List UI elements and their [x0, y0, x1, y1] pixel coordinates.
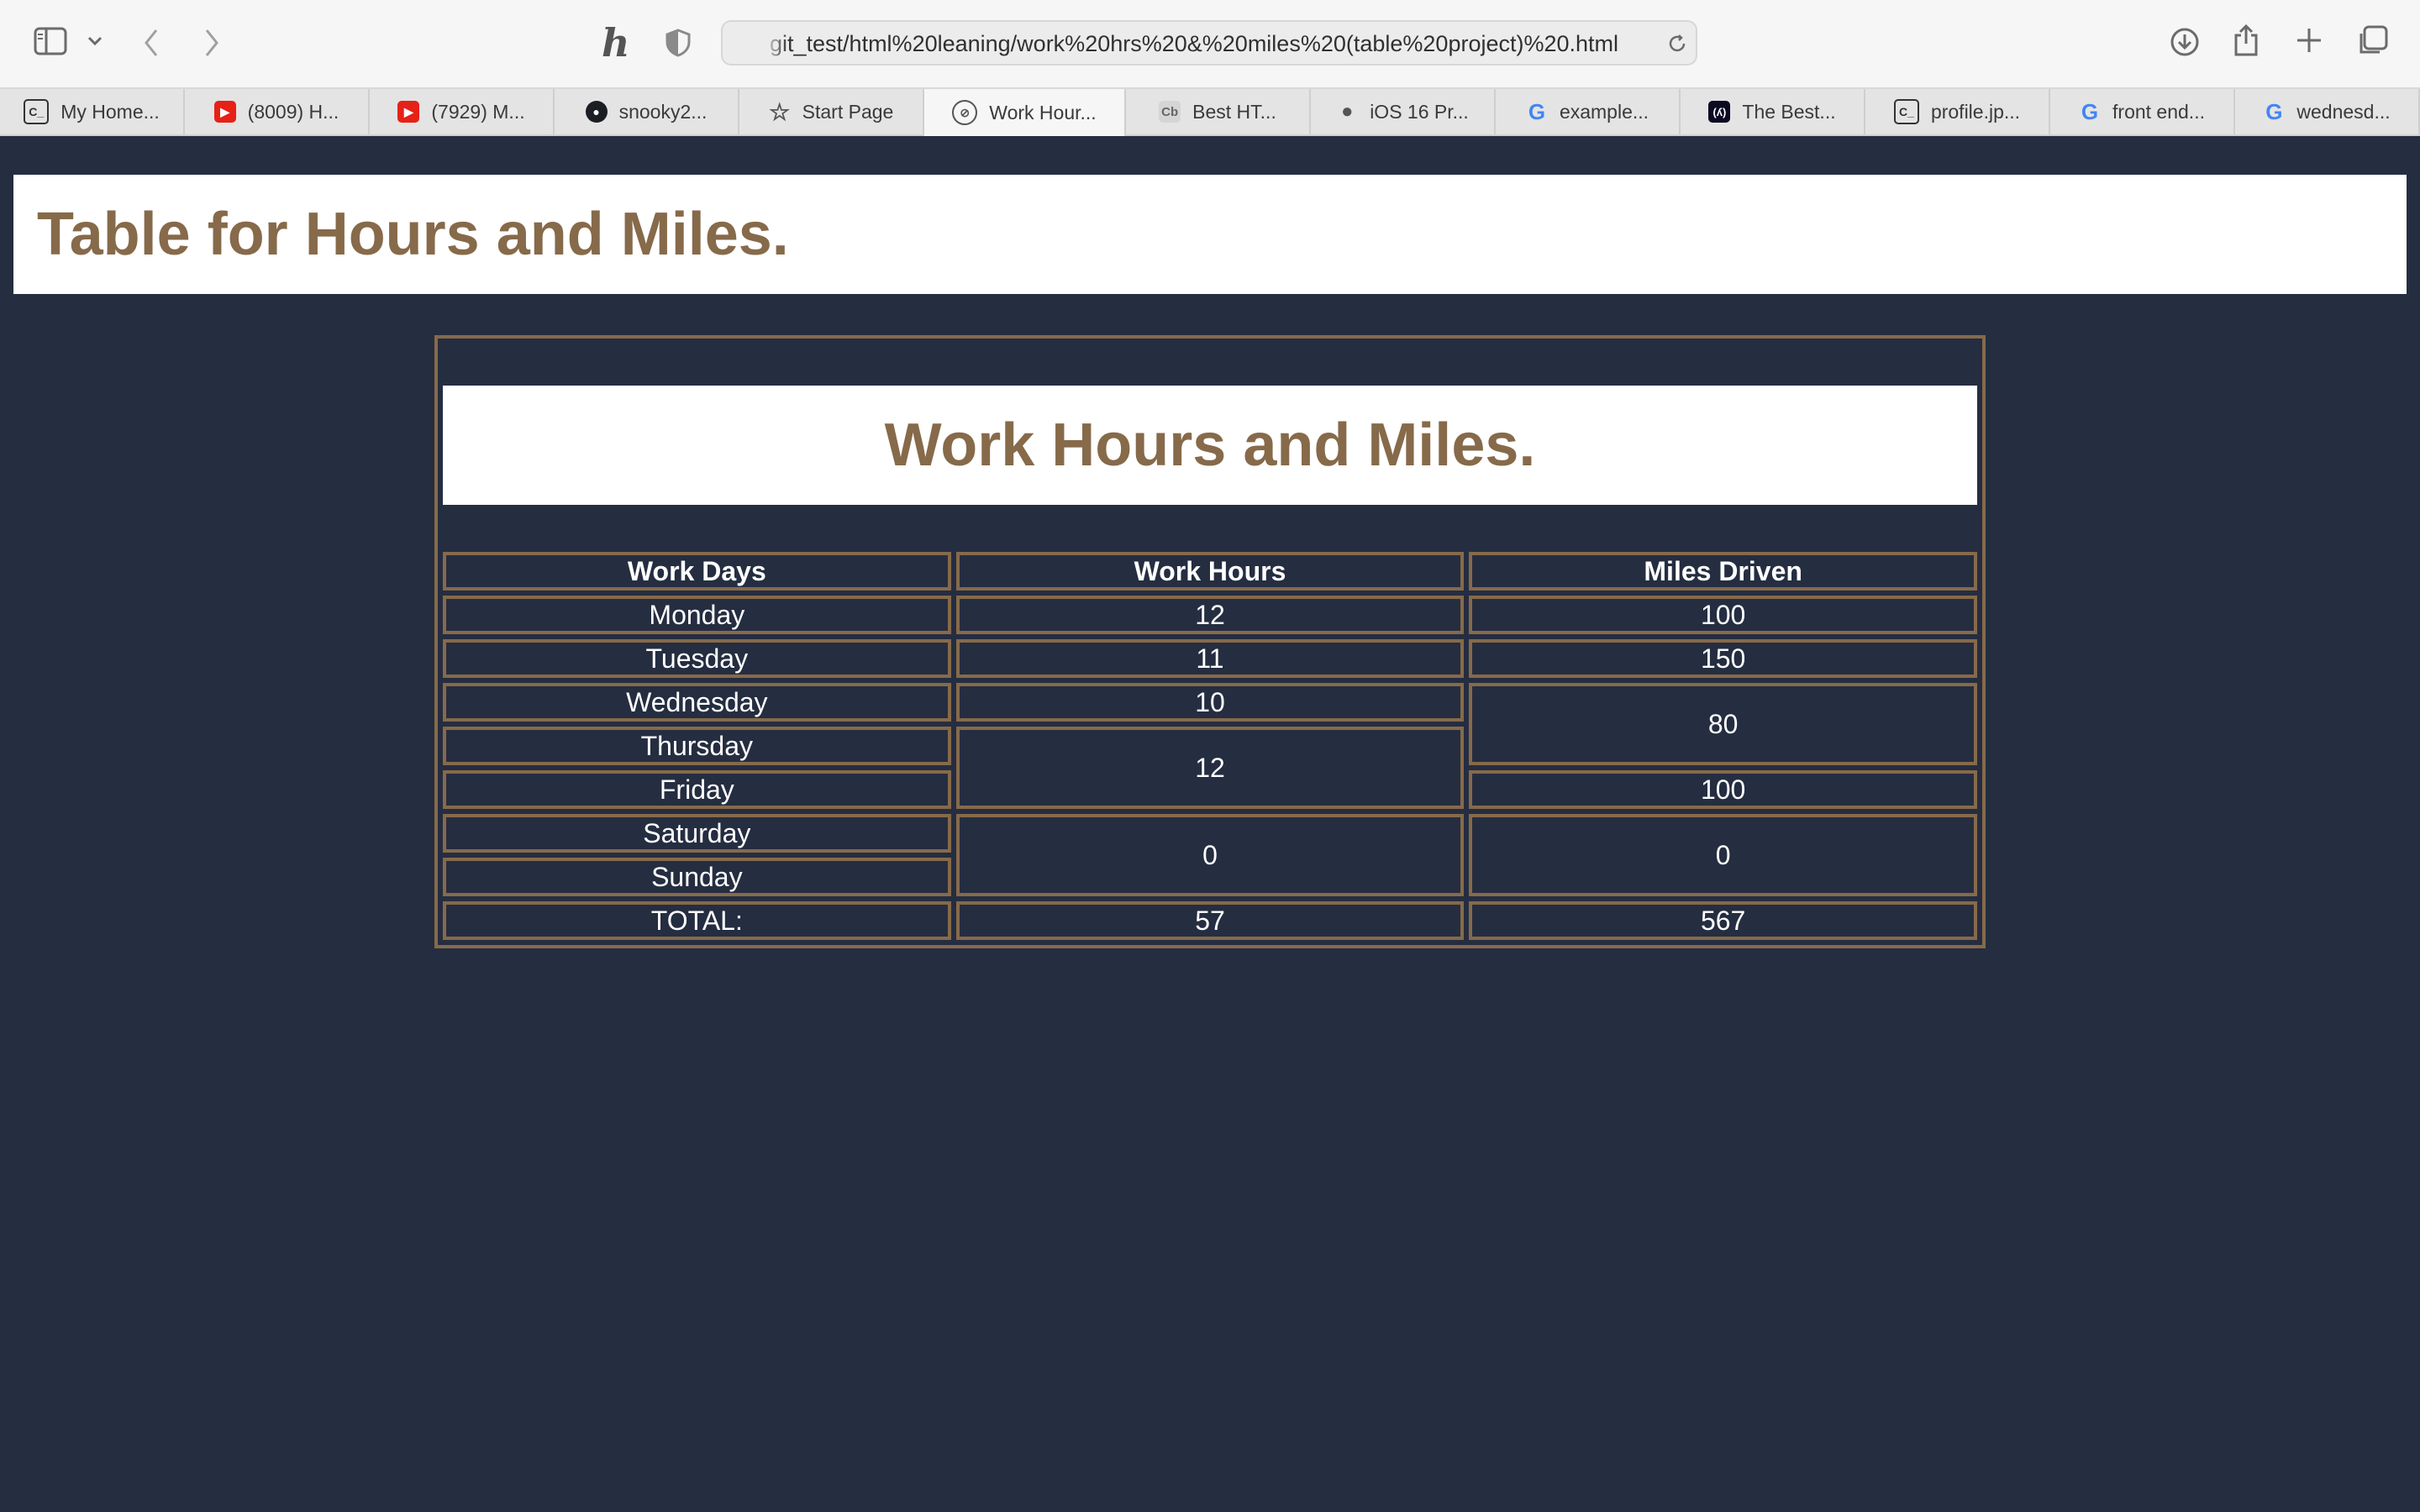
table-caption: Work Hours and Miles. — [443, 386, 1977, 505]
download-icon[interactable] — [2170, 27, 2200, 61]
day-cell: Monday — [443, 596, 951, 634]
codepen-icon: C_ — [24, 99, 50, 124]
tab-label: wednesd... — [2296, 100, 2391, 123]
column-header-work-hours: Work Hours — [955, 552, 1465, 591]
tab-youtube-7929[interactable]: ▶ (7929) M... — [370, 89, 555, 134]
google-icon: G — [2265, 98, 2283, 124]
table-row: Tuesday 11 150 — [443, 639, 1977, 678]
reload-icon[interactable] — [1667, 34, 1687, 58]
hours-cell: 11 — [955, 639, 1465, 678]
apple-icon: ● — [1340, 100, 1354, 123]
chevron-down-icon[interactable] — [87, 35, 103, 50]
table-caption-title: Work Hours and Miles. — [884, 412, 1536, 479]
tab-label: My Home... — [60, 100, 160, 123]
youtube-icon: ▶ — [397, 101, 420, 123]
share-icon[interactable] — [2233, 24, 2259, 61]
day-cell: Friday — [443, 770, 951, 809]
tab-the-best[interactable]: (ʎ) The Best... — [1681, 89, 1865, 134]
compass-icon: ⊘ — [952, 100, 978, 125]
tab-ios16[interactable]: ● iOS 16 Pr... — [1311, 89, 1496, 134]
tab-best-html[interactable]: Cb Best HT... — [1126, 89, 1311, 134]
table-row: Wednesday 10 80 — [443, 683, 1977, 765]
page-header: Table for Hours and Miles. — [13, 175, 2407, 294]
tab-label: front end... — [2112, 100, 2205, 123]
tab-label: The Best... — [1742, 100, 1836, 123]
tab-work-hours[interactable]: ⊘ Work Hour... — [924, 89, 1126, 136]
hours-cell: 10 — [955, 683, 1465, 722]
tab-overview-icon[interactable] — [2356, 25, 2388, 61]
caption-cell: Work Hours and Miles. — [443, 344, 1977, 547]
tab-front-end[interactable]: G front end... — [2050, 89, 2235, 134]
tab-label: Work Hour... — [989, 101, 1097, 123]
tab-label: (8009) H... — [247, 100, 339, 123]
tab-wednesday[interactable]: G wednesd... — [2235, 89, 2420, 134]
table-row: Monday 12 100 — [443, 596, 1977, 634]
day-cell: Sunday — [443, 858, 951, 896]
tab-my-home[interactable]: C_ My Home... — [0, 89, 185, 134]
total-hours: 57 — [955, 901, 1465, 940]
back-icon[interactable] — [143, 29, 160, 61]
codepen-icon: C_ — [1893, 99, 1919, 124]
column-header-miles-driven: Miles Driven — [1469, 552, 1977, 591]
address-bar[interactable]: git_test/html%20leaning/work%20hrs%20&%2… — [721, 20, 1697, 66]
miles-cell: 0 — [1469, 814, 1977, 896]
privacy-shield-icon[interactable] — [666, 29, 691, 61]
sidebar-toggle-icon[interactable] — [34, 27, 67, 60]
miles-cell: 150 — [1469, 639, 1977, 678]
browser-toolbar: h git_test/html%20leaning/work%20hrs%20&… — [0, 0, 2420, 89]
star-icon: ☆ — [769, 98, 791, 125]
tab-label: Best HT... — [1192, 100, 1276, 123]
tab-youtube-8009[interactable]: ▶ (8009) H... — [185, 89, 370, 134]
column-header-work-days: Work Days — [443, 552, 951, 591]
hours-cell: 12 — [955, 727, 1465, 809]
day-cell: Tuesday — [443, 639, 951, 678]
honey-extension-icon[interactable]: h — [602, 20, 629, 66]
tab-start-page[interactable]: ☆ Start Page — [739, 89, 924, 134]
table-row: Saturday 0 0 — [443, 814, 1977, 896]
day-cell: Saturday — [443, 814, 951, 853]
codebeautify-icon: Cb — [1159, 101, 1181, 123]
tab-bar: C_ My Home... ▶ (8009) H... ▶ (7929) M..… — [0, 89, 2420, 136]
url-text: git_test/html%20leaning/work%20hrs%20&%2… — [770, 31, 1619, 56]
total-row: TOTAL: 57 567 — [443, 901, 1977, 940]
tab-label: example... — [1559, 100, 1649, 123]
day-cell: Wednesday — [443, 683, 951, 722]
tab-github[interactable]: ● snooky2... — [555, 89, 739, 134]
tab-label: snooky2... — [618, 100, 708, 123]
total-label: TOTAL: — [443, 901, 951, 940]
tab-profile-jpg[interactable]: C_ profile.jp... — [1865, 89, 2050, 134]
table-header-row: Work Days Work Hours Miles Driven — [443, 552, 1977, 591]
tab-google-example[interactable]: G example... — [1496, 89, 1681, 134]
google-icon: G — [1528, 98, 1546, 124]
total-miles: 567 — [1469, 901, 1977, 940]
forward-icon[interactable] — [203, 29, 220, 61]
caption-row: Work Hours and Miles. — [443, 344, 1977, 547]
miles-cell: 80 — [1469, 683, 1977, 765]
github-icon: ● — [585, 101, 608, 123]
tab-label: Start Page — [802, 100, 894, 123]
day-cell: Thursday — [443, 727, 951, 765]
youtube-icon: ▶ — [213, 101, 236, 123]
tab-label: iOS 16 Pr... — [1370, 100, 1469, 123]
tab-label: profile.jp... — [1930, 100, 2021, 123]
freecodecamp-icon: (ʎ) — [1708, 101, 1731, 123]
work-table: Work Hours and Miles. Work Days Work Hou… — [434, 335, 1986, 948]
hours-cell: 0 — [955, 814, 1465, 896]
hours-cell: 12 — [955, 596, 1465, 634]
new-tab-icon[interactable] — [2296, 27, 2323, 58]
google-icon: G — [2081, 98, 2099, 124]
miles-cell: 100 — [1469, 770, 1977, 809]
page-title: Table for Hours and Miles. — [37, 201, 789, 268]
tab-label: (7929) M... — [431, 100, 525, 123]
miles-cell: 100 — [1469, 596, 1977, 634]
